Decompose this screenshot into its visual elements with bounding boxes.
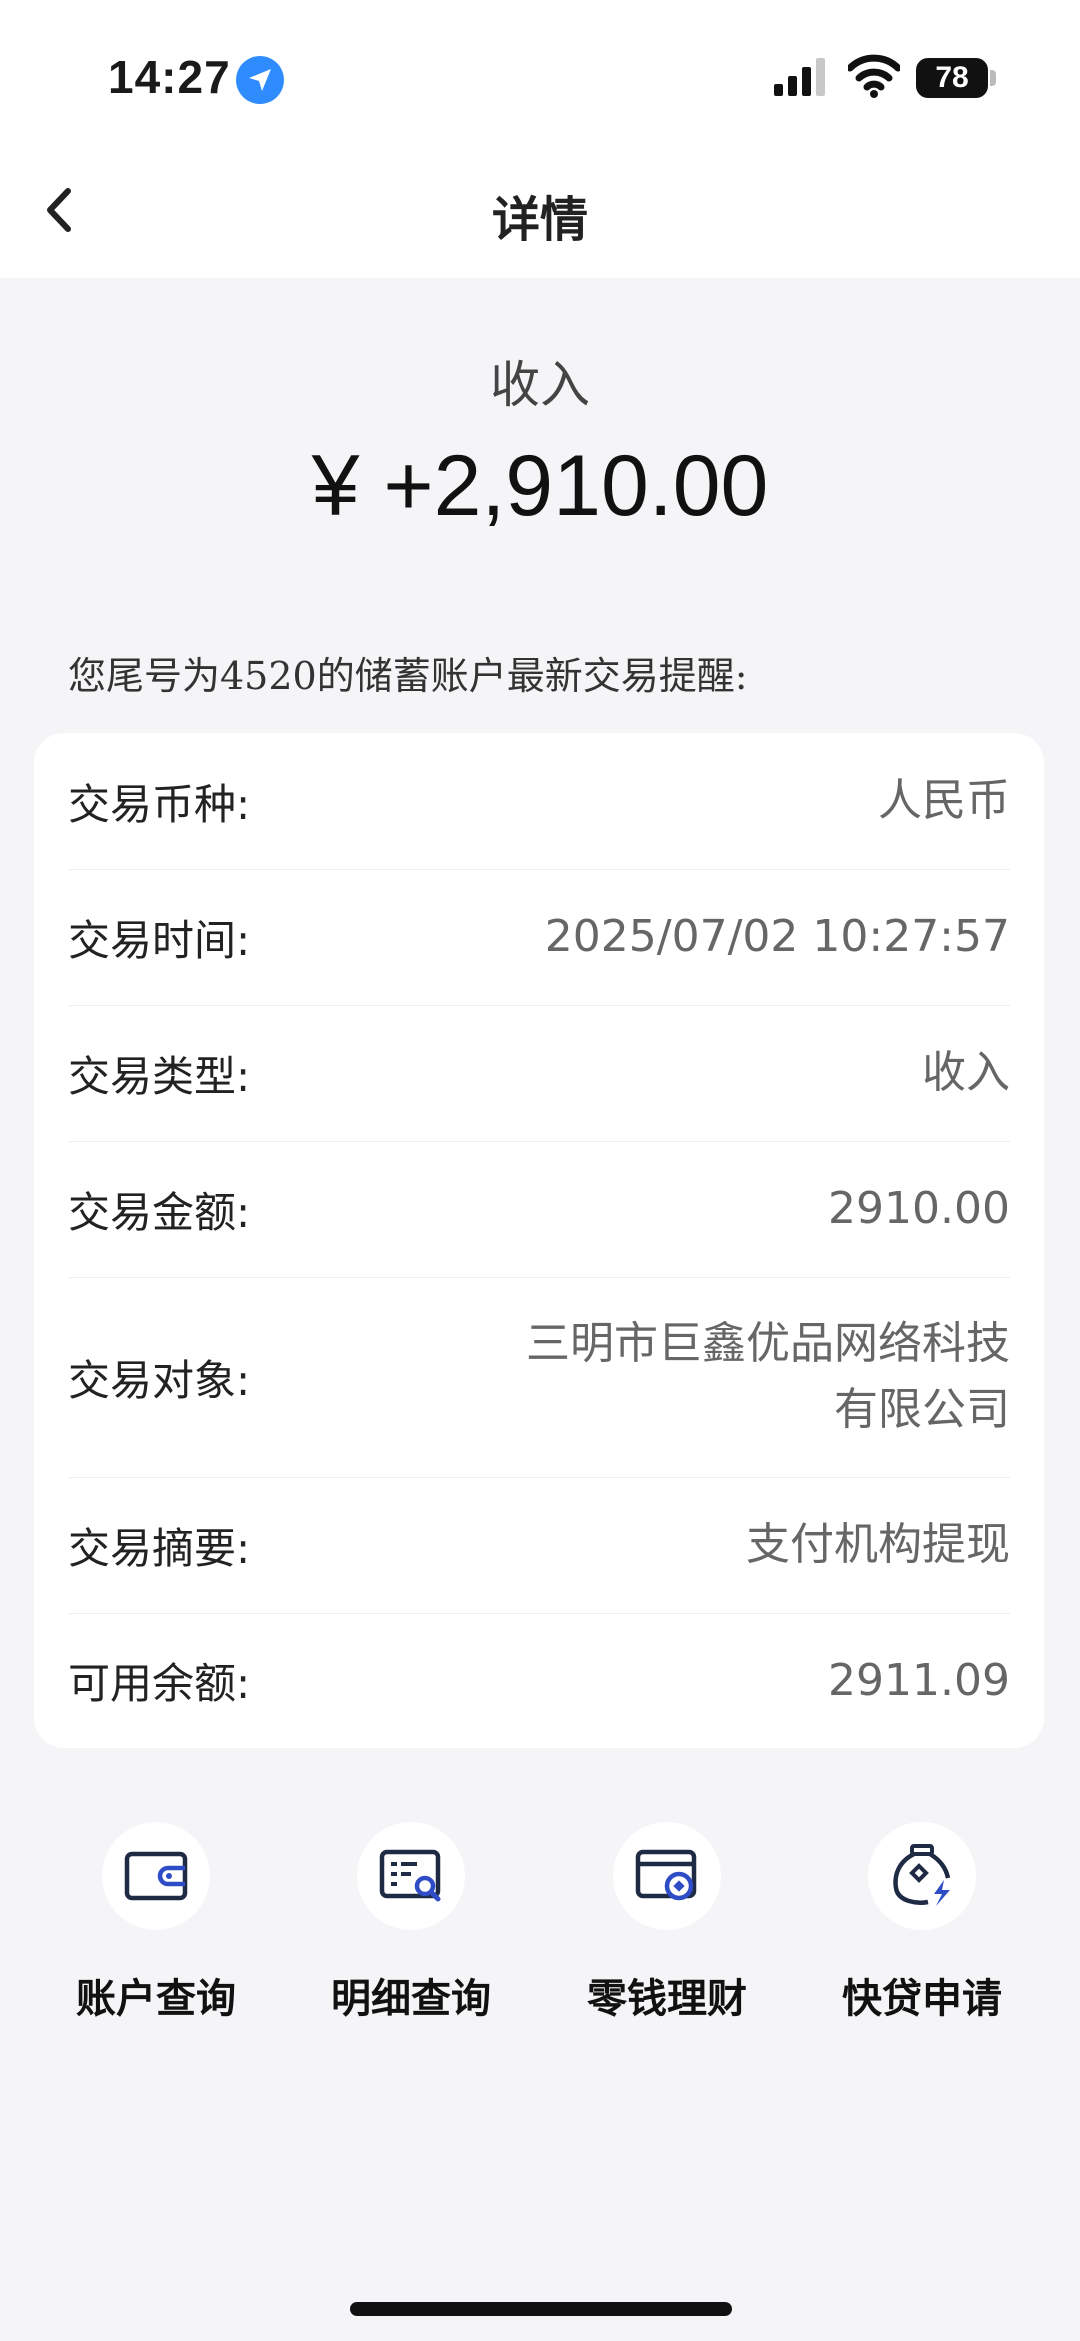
detail-row-summary: 交易摘要: 支付机构提现 xyxy=(68,1477,1010,1614)
detail-row-balance: 可用余额: 2911.09 xyxy=(68,1613,1010,1748)
action-label: 零钱理财 xyxy=(587,1976,747,2022)
quick-actions: 账户查询 明细查询 零钱理财 快贷申请 xyxy=(0,1822,1080,2022)
detail-search-icon xyxy=(357,1822,465,1930)
counterparty-line-2: 有限公司 xyxy=(834,1384,1010,1435)
page-title: 详情 xyxy=(491,192,588,248)
detail-value: 2910.00 xyxy=(828,1183,1010,1234)
action-quick-loan[interactable]: 快贷申请 xyxy=(822,1822,1022,2024)
detail-value: 2025/07/02 10:27:57 xyxy=(544,911,1010,962)
status-bar: 14:27 78 xyxy=(0,0,1080,140)
action-label: 账户查询 xyxy=(76,1976,236,2022)
detail-row-currency: 交易币种: 人民币 xyxy=(68,733,1010,870)
action-change-finance[interactable]: 零钱理财 xyxy=(567,1822,767,2024)
action-label: 快贷申请 xyxy=(842,1976,1002,2022)
counterparty-line-1: 三明市巨鑫优品网络科技 xyxy=(526,1318,1010,1369)
detail-label: 交易对象: xyxy=(68,1355,251,1405)
transaction-type-heading: 收入 xyxy=(490,356,590,414)
home-indicator[interactable] xyxy=(350,2302,732,2316)
wallet-icon xyxy=(102,1822,210,1930)
card-coin-icon xyxy=(613,1822,721,1930)
detail-value: 人民币 xyxy=(878,775,1010,826)
detail-value: 支付机构提现 xyxy=(746,1519,1010,1570)
action-label: 明细查询 xyxy=(331,1976,491,2022)
detail-row-counterparty: 交易对象: 三明市巨鑫优品网络科技 有限公司 xyxy=(68,1277,1010,1478)
detail-label: 交易金额: xyxy=(68,1187,251,1237)
detail-label: 交易类型: xyxy=(68,1051,251,1101)
money-bag-lightning-icon xyxy=(868,1822,976,1930)
cellular-signal-icon xyxy=(774,58,825,96)
detail-row-time: 交易时间: 2025/07/02 10:27:57 xyxy=(68,869,1010,1006)
action-account-query[interactable]: 账户查询 xyxy=(56,1822,256,2024)
detail-label: 交易摘要: xyxy=(68,1523,251,1573)
battery-icon: 78 xyxy=(916,58,988,98)
location-arrow-icon xyxy=(236,56,284,104)
detail-value: 2911.09 xyxy=(828,1654,1010,1706)
detail-row-amount: 交易金额: 2910.00 xyxy=(68,1141,1010,1278)
nav-bar: 详情 xyxy=(0,140,1080,278)
transaction-amount: ¥ +2,910.00 xyxy=(311,438,769,534)
detail-label: 交易币种: xyxy=(68,779,251,829)
detail-row-type: 交易类型: 收入 xyxy=(68,1005,1010,1142)
battery-cap xyxy=(990,70,996,86)
wifi-icon xyxy=(848,54,900,98)
action-detail-query[interactable]: 明细查询 xyxy=(311,1822,511,2024)
detail-label: 可用余额: xyxy=(68,1659,251,1708)
detail-label: 交易时间: xyxy=(68,915,251,965)
status-time: 14:27 xyxy=(108,51,231,103)
detail-card: 交易币种: 人民币 交易时间: 2025/07/02 10:27:57 交易类型… xyxy=(34,733,1044,1748)
detail-value: 三明市巨鑫优品网络科技 有限公司 xyxy=(450,1277,1010,1477)
detail-value: 收入 xyxy=(922,1047,1010,1098)
account-notice: 您尾号为4520的储蓄账户最新交易提醒: xyxy=(68,654,748,698)
